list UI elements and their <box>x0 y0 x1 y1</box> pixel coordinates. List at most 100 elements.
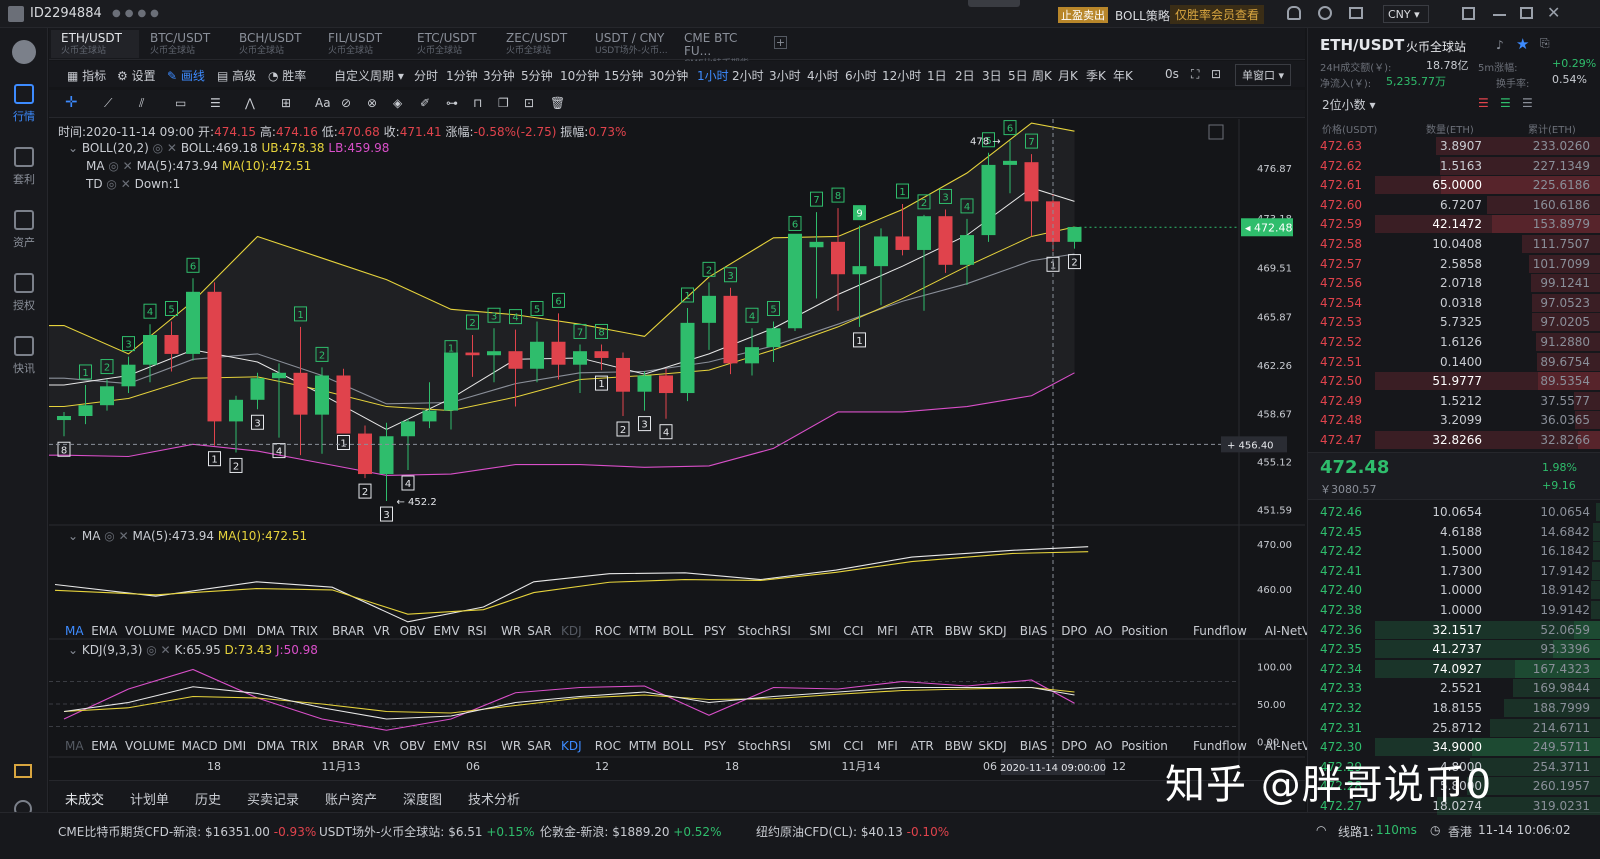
grid-tool-icon[interactable]: ⊞ <box>281 96 291 110</box>
indicator-tab-mtm[interactable]: MTM <box>629 624 657 638</box>
line-tool-icon[interactable]: ⟋ <box>104 96 112 111</box>
period-1[interactable]: 1分钟 <box>446 67 478 84</box>
chart-area[interactable]: 1234561212345678123456789123456781234123… <box>49 119 1305 779</box>
indicator-tab-bbw[interactable]: BBW <box>945 739 973 753</box>
period-2[interactable]: 3分钟 <box>483 67 515 84</box>
text-tool-icon[interactable]: Aa <box>315 96 331 110</box>
indicator-tab-skdj[interactable]: SKDJ <box>978 624 1006 638</box>
indicator-tab-roc[interactable]: ROC <box>595 739 621 753</box>
bottom-tab-3[interactable]: 买卖记录 <box>247 789 299 808</box>
bids-row[interactable]: 472.38 1.0000 19.9142 <box>1308 600 1600 620</box>
measure-tool-icon[interactable]: ⊶ <box>446 96 458 110</box>
asks-row[interactable]: 472.61 65.0000 225.6186 <box>1308 175 1600 195</box>
ruler-tool-icon[interactable]: ◈ <box>393 96 402 110</box>
asks-row[interactable]: 472.58 10.0408 111.7507 <box>1308 234 1600 254</box>
period-20[interactable]: 年K <box>1113 67 1133 84</box>
nav-item-0[interactable]: 行情 <box>0 84 48 124</box>
ticker-1[interactable]: USDT场外-火币全球站: $6.51 +0.15% <box>319 823 535 840</box>
view-asks-icon[interactable]: ☰ <box>1522 96 1533 110</box>
bids-row[interactable]: 472.46 10.0654 10.0654 <box>1308 502 1600 522</box>
restore-icon[interactable] <box>1520 7 1533 19</box>
indicator-tab-stochrsi[interactable]: StochRSI <box>738 624 791 638</box>
indicator-tab-smi[interactable]: SMI <box>809 624 831 638</box>
asks-row[interactable]: 472.51 0.1400 89.6754 <box>1308 352 1600 372</box>
promo-link[interactable]: 仅胜率会员查看 <box>1170 5 1265 24</box>
view-bids-icon[interactable]: ☰ <box>1500 96 1511 110</box>
winrate-button[interactable]: ◔ 胜率 <box>268 67 306 84</box>
eye-icon[interactable]: ◎ ✕ <box>153 141 177 155</box>
bids-row[interactable]: 472.35 41.2737 93.3396 <box>1308 639 1600 659</box>
indicator-tab-psy[interactable]: PSY <box>704 624 726 638</box>
magnet-tool-icon[interactable]: ⊗ <box>367 96 377 110</box>
tab-1[interactable]: BTC/USDT 火币全球站 <box>140 30 228 58</box>
crosshair-tool-icon[interactable]: ✛ <box>65 93 78 111</box>
bottom-tab-1[interactable]: 计划单 <box>130 789 169 808</box>
asks-row[interactable]: 472.54 0.0318 97.0523 <box>1308 293 1600 313</box>
ticker-3[interactable]: 纽约原油CFD(CL): $40.13 -0.10% <box>756 823 949 840</box>
indicator-tab-dmi[interactable]: DMI <box>223 739 246 753</box>
indicator-tab-obv[interactable]: OBV <box>400 624 426 638</box>
asks-row[interactable]: 472.50 51.9777 89.5354 <box>1308 371 1600 391</box>
indicator-tab-dma[interactable]: DMA <box>257 624 285 638</box>
indicator-tab-ma[interactable]: MA <box>65 624 84 638</box>
indicator-tab-bias[interactable]: BIAS <box>1020 739 1048 753</box>
indicators-button[interactable]: ▦ 指标 <box>67 67 106 84</box>
indicator-tab-ema[interactable]: EMA <box>91 739 117 753</box>
vip-diamond-icon[interactable] <box>14 764 32 778</box>
period-16[interactable]: 5日 <box>1008 67 1028 84</box>
period-10[interactable]: 4小时 <box>807 67 839 84</box>
indicator-tab-atr[interactable]: ATR <box>911 739 934 753</box>
indicator-tab-ao[interactable]: AO <box>1095 739 1112 753</box>
period-0[interactable]: 分时 <box>414 67 438 84</box>
indicator-tab-trix[interactable]: TRIX <box>291 624 318 638</box>
currency-select[interactable]: CNY ▾ <box>1383 5 1429 23</box>
asks-row[interactable]: 472.57 2.5858 101.7099 <box>1308 254 1600 274</box>
wave-tool-icon[interactable]: ⋀ <box>245 96 255 110</box>
bids-row[interactable]: 472.45 4.6188 14.6842 <box>1308 522 1600 542</box>
indicator-tab-position[interactable]: Position <box>1121 624 1168 638</box>
indicator-tab-skdj[interactable]: SKDJ <box>978 739 1006 753</box>
indicator-tab-dpo[interactable]: DPO <box>1061 624 1087 638</box>
indicator-tab-atr[interactable]: ATR <box>911 624 934 638</box>
period-11[interactable]: 6小时 <box>845 67 877 84</box>
tab-4[interactable]: ETC/USDT 火币全球站 <box>407 30 495 58</box>
bids-row[interactable]: 472.31 25.8712 214.6711 <box>1308 718 1600 738</box>
indicator-tab-rsi[interactable]: RSI <box>467 624 487 638</box>
window-grip[interactable] <box>968 0 1020 7</box>
bottom-tab-5[interactable]: 深度图 <box>403 789 442 808</box>
bottom-tab-2[interactable]: 历史 <box>195 789 221 808</box>
indicator-tab-stochrsi[interactable]: StochRSI <box>738 739 791 753</box>
asks-row[interactable]: 472.59 42.1472 153.8979 <box>1308 214 1600 234</box>
indicator-tab-mfi[interactable]: MFI <box>877 624 898 638</box>
indicator-tab-macd[interactable]: MACD <box>182 739 218 753</box>
collapse-chevron-icon[interactable]: ⌄ <box>68 529 78 543</box>
indicator-tab-mtm[interactable]: MTM <box>629 739 657 753</box>
bell-icon[interactable] <box>1287 6 1301 20</box>
period-9[interactable]: 3小时 <box>769 67 801 84</box>
nav-item-2[interactable]: 资产 <box>0 210 48 250</box>
indicator-tab-dpo[interactable]: DPO <box>1061 739 1087 753</box>
fib-tool-icon[interactable]: ☰ <box>210 96 221 110</box>
period-4[interactable]: 10分钟 <box>560 67 599 84</box>
indicator-tab-roc[interactable]: ROC <box>595 624 621 638</box>
promo-tag[interactable]: 止盈卖出 <box>1058 7 1108 23</box>
nav-item-1[interactable]: 套利 <box>0 147 48 187</box>
eye-icon[interactable]: ◎ ✕ <box>108 159 132 173</box>
indicator-tab-dmi[interactable]: DMI <box>223 624 246 638</box>
period-12[interactable]: 12小时 <box>882 67 921 84</box>
indicator-tab-dma[interactable]: DMA <box>257 739 285 753</box>
indicator-tab-rsi[interactable]: RSI <box>467 739 487 753</box>
indicator-tab-kdj[interactable]: KDJ <box>561 739 582 753</box>
nav-item-4[interactable]: 快讯 <box>0 336 48 376</box>
indicator-tab-emv[interactable]: EMV <box>433 624 459 638</box>
export-icon[interactable] <box>1462 7 1475 20</box>
bids-row[interactable]: 472.32 18.8155 188.7999 <box>1308 698 1600 718</box>
fullscreen-icon[interactable]: ⛶ <box>1191 67 1199 82</box>
bids-row[interactable]: 472.33 2.5521 169.9844 <box>1308 678 1600 698</box>
indicator-tab-emv[interactable]: EMV <box>433 739 459 753</box>
collapse-chevron-icon[interactable]: ⌄ <box>68 643 78 657</box>
trash-icon[interactable]: 🗑 <box>550 96 565 110</box>
add-tab-icon[interactable]: + <box>774 36 787 49</box>
indicator-tab-smi[interactable]: SMI <box>809 739 831 753</box>
indicator-tab-vr[interactable]: VR <box>373 739 390 753</box>
